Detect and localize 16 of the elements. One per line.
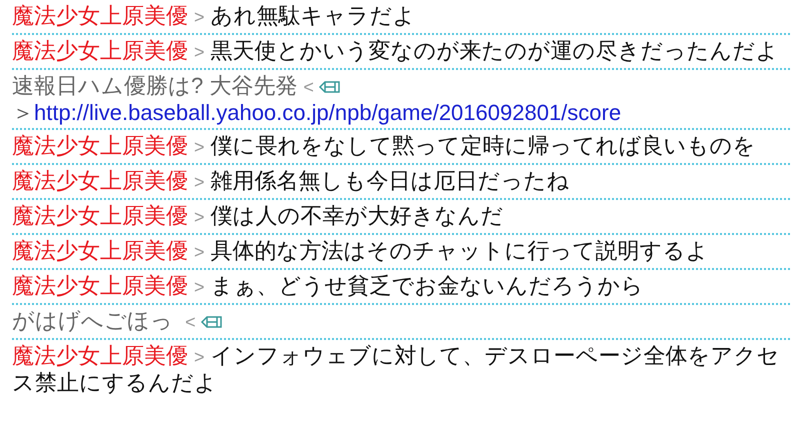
pencil-icon	[318, 80, 342, 94]
chat-message: 魔法少女上原美優 > あれ無駄キャラだよ	[12, 3, 417, 30]
system-message: がはげへごほっ	[12, 308, 174, 333]
pencil-icon	[200, 315, 224, 330]
system-message: 速報日ハム優勝は? 大谷先発	[12, 73, 298, 98]
separator-mark: <	[303, 77, 314, 97]
chat-message: 魔法少女上原美優 > 黒天使とかいう変なのが来たのが運の尽きだったんだよ	[12, 38, 780, 65]
chat-message: 魔法少女上原美優 > 僕は人の不幸が大好きなんだ	[12, 203, 505, 230]
score-link[interactable]: http://live.baseball.yahoo.co.jp/npb/game/2016092801/score	[34, 100, 622, 125]
chat-message: 魔法少女上原美優 > 具体的な方法はそのチャットに行って説明するよ	[12, 238, 710, 265]
chat-message: 魔法少女上原美優 > 僕に畏れをなして黙って定時に帰ってれば良いものを	[12, 133, 757, 160]
separator-mark: <	[185, 312, 196, 332]
chat-message: 魔法少女上原美優 > 雑用係名無しも今日は厄日だったね	[12, 168, 571, 195]
link-prefix: ＞	[12, 100, 34, 125]
chat-message: 魔法少女上原美優 > まぁ、どうせ貧乏でお金ないんだろうから	[12, 273, 645, 300]
chat-message: 魔法少女上原美優 > インフォウェブに対して、デスローページ全体をアクセス禁止にするんだよ	[12, 343, 781, 395]
